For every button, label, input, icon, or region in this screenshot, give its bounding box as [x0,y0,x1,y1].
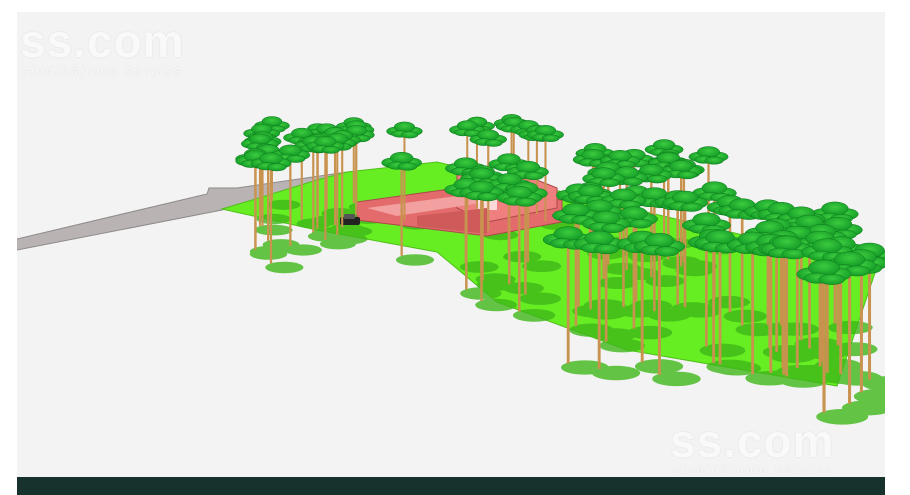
watermark-logo-top: ss.com [20,15,185,67]
model-viewport [17,12,885,478]
tree-canopy [688,146,729,165]
watermark-tagline-top: sludinājumu serviss [22,63,183,78]
watermark-logo-bottom: ss.com [670,415,835,467]
site-model-scene [17,114,885,425]
watermark-tagline-bottom: sludinājumu serviss [672,462,833,477]
footer-bar [17,477,885,495]
tree-canopy [386,121,423,139]
